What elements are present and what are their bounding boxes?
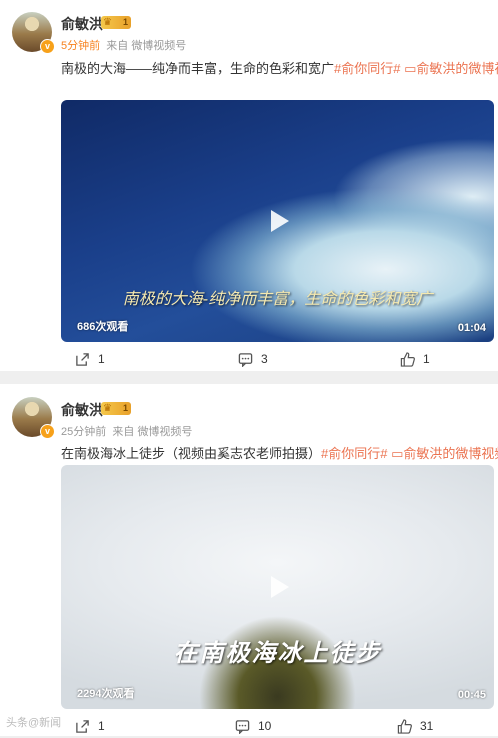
comment-button[interactable]: 10 <box>235 714 271 738</box>
post-meta: 5分钟前 来自 微博视频号 <box>61 37 186 53</box>
topic-tag[interactable]: #俞你同行# <box>321 446 387 461</box>
post-text-main: 在南极海冰上徒步（视频由奚志农老师拍摄） <box>61 446 322 461</box>
post-text-main: 南极的大海——纯净而丰富，生命的色彩和宽广 <box>61 61 335 76</box>
member-level-badge[interactable]: 1 <box>101 402 131 415</box>
video-player[interactable]: 在南极海冰上徒步 2294次观看 00:45 <box>61 465 494 709</box>
watermark: 头条@新闻 <box>6 717 62 729</box>
share-icon <box>76 352 89 366</box>
comment-button[interactable]: 3 <box>238 347 268 371</box>
avatar[interactable]: v <box>12 12 55 54</box>
post-meta: 25分钟前 来自 微博视频号 <box>61 423 192 439</box>
video-subtitle: 南极的大海-纯净而丰富，生命的色彩和宽广 <box>122 289 433 308</box>
avatar[interactable]: v <box>12 397 55 439</box>
topic-tag[interactable]: #俞你同行# <box>334 61 400 76</box>
video-duration: 00:45 <box>457 689 486 701</box>
source-prefix: 来自 <box>112 426 135 438</box>
video-link[interactable]: 俞敏洪的微博视频 <box>403 446 498 461</box>
action-bar: 1 10 31 <box>0 714 498 738</box>
video-link[interactable]: 俞敏洪的微博视频 <box>416 61 498 76</box>
share-button[interactable]: 1 <box>75 714 105 738</box>
video-duration: 01:04 <box>457 322 486 334</box>
play-icon[interactable] <box>263 572 293 602</box>
post-text: 南极的大海——纯净而丰富，生命的色彩和宽广#俞你同行# ▭俞敏洪的微博视频 <box>61 58 498 77</box>
member-level-badge[interactable]: 1 <box>101 16 131 29</box>
verified-badge-icon: v <box>40 39 55 54</box>
like-button[interactable]: 31 <box>397 714 433 738</box>
action-bar: 1 3 1 <box>0 347 498 371</box>
video-subtitle: 在南极海冰上徒步 <box>173 638 382 667</box>
author-name[interactable]: 俞敏洪 <box>61 14 103 34</box>
share-button[interactable]: 1 <box>75 347 105 371</box>
share-count: 1 <box>98 719 105 733</box>
video-link-icon: ▭ <box>391 446 404 461</box>
like-count: 31 <box>420 719 434 733</box>
share-count: 1 <box>98 352 105 366</box>
comment-count: 10 <box>258 719 272 733</box>
video-player[interactable]: 南极的大海-纯净而丰富，生命的色彩和宽广 686次观看 01:04 <box>61 100 494 342</box>
post-time[interactable]: 25分钟前 <box>61 426 106 438</box>
play-icon[interactable] <box>263 206 293 236</box>
post-text: 在南极海冰上徒步（视频由奚志农老师拍摄）#俞你同行# ▭俞敏洪的微博视频 <box>61 443 498 462</box>
share-icon <box>76 719 89 733</box>
view-count: 2294次观看 <box>77 688 135 700</box>
post-source[interactable]: 微博视频号 <box>137 426 192 438</box>
comment-icon <box>235 719 250 734</box>
post-time[interactable]: 5分钟前 <box>61 40 100 52</box>
source-prefix: 来自 <box>106 40 129 52</box>
post-source[interactable]: 微博视频号 <box>131 40 186 52</box>
verified-badge-icon: v <box>40 424 55 439</box>
like-count: 1 <box>423 352 430 366</box>
weibo-post: v 俞敏洪 1 5分钟前 来自 微博视频号 南极的大海——纯净而丰富，生命的色彩… <box>0 0 498 371</box>
video-link-icon: ▭ <box>404 61 417 76</box>
comment-icon <box>238 352 253 367</box>
thumbs-up-icon <box>400 351 415 367</box>
like-button[interactable]: 1 <box>400 347 430 371</box>
comment-count: 3 <box>261 352 268 366</box>
thumbs-up-icon <box>397 718 412 734</box>
author-name[interactable]: 俞敏洪 <box>61 400 103 420</box>
view-count: 686次观看 <box>77 321 129 333</box>
